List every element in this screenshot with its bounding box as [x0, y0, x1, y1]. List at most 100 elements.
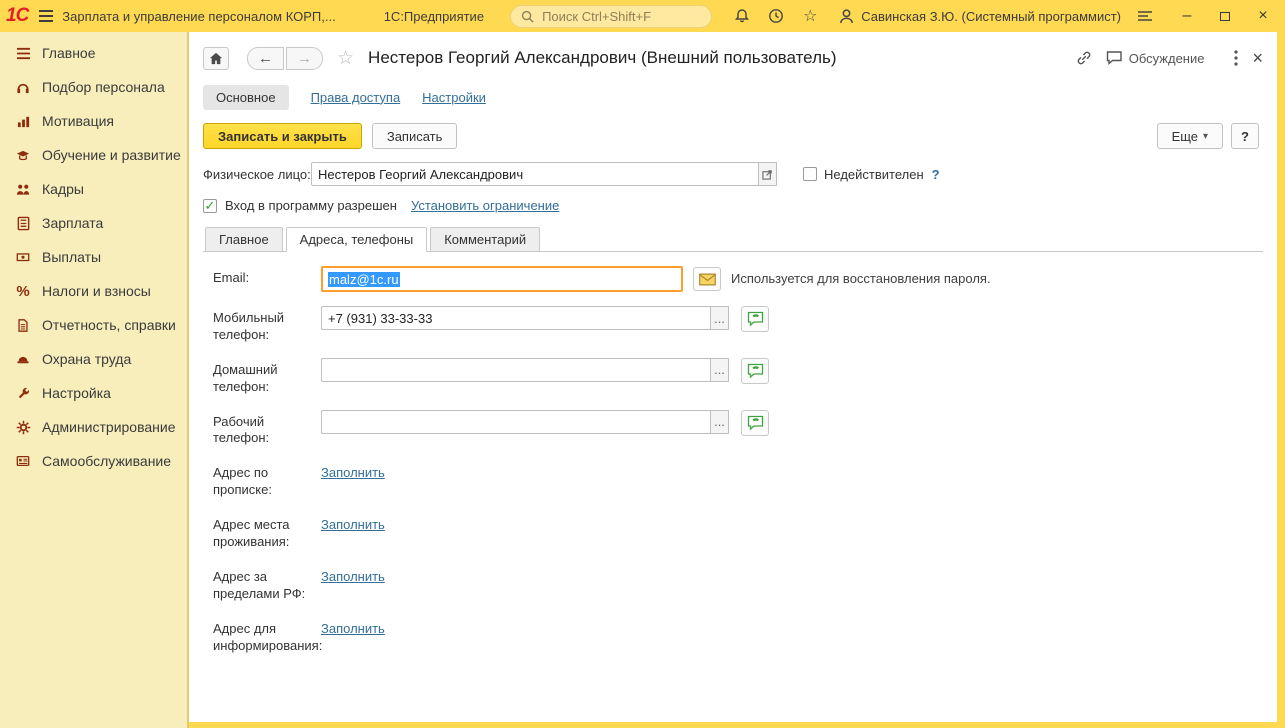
- residence-address-fill-link[interactable]: Заполнить: [321, 513, 385, 532]
- mobile-phone-row: Мобильный телефон: ...: [213, 306, 1263, 344]
- history-nav: ← →: [247, 46, 323, 70]
- sidebar-item-payments[interactable]: Выплаты: [0, 240, 187, 274]
- search-input[interactable]: [540, 7, 702, 25]
- topbar-icons: ☆: [732, 6, 820, 26]
- mobile-phone-ellipsis-button[interactable]: ...: [711, 306, 729, 330]
- work-phone-call-icon[interactable]: [741, 409, 769, 436]
- close-document-icon[interactable]: ×: [1252, 48, 1263, 69]
- close-window-button[interactable]: ×: [1255, 7, 1271, 24]
- global-search[interactable]: [510, 4, 713, 28]
- sections-sidebar: Главное Подбор персонала Мотивация Обуче…: [0, 32, 189, 728]
- work-phone-ellipsis-button[interactable]: ...: [711, 409, 729, 434]
- more-button[interactable]: Еще ▾: [1156, 123, 1224, 149]
- mobile-phone-call-icon[interactable]: [741, 306, 769, 332]
- wrench-icon: [14, 384, 32, 402]
- detail-tab-addresses[interactable]: Адреса, телефоны: [285, 227, 428, 252]
- home-phone-row: Домашний телефон: ...: [213, 357, 1263, 396]
- discussion-label: Обсуждение: [1128, 50, 1205, 66]
- registration-address-fill-link[interactable]: Заполнить: [321, 461, 385, 480]
- forward-button[interactable]: →: [286, 46, 323, 70]
- maximize-button[interactable]: [1217, 8, 1233, 24]
- tab-settings[interactable]: Настройки: [422, 90, 486, 105]
- sidebar-item-main[interactable]: Главное: [0, 36, 187, 70]
- current-user-button[interactable]: Савинская З.Ю. (Системный программист): [838, 8, 1121, 25]
- set-restriction-link[interactable]: Установить ограничение: [411, 198, 559, 213]
- check-icon: ✓: [204, 198, 216, 213]
- person-input[interactable]: [311, 162, 759, 186]
- sidebar-item-label: Налоги и взносы: [42, 283, 151, 299]
- save-and-close-button[interactable]: Записать и закрыть: [203, 123, 362, 149]
- sidebar-item-label: Главное: [42, 45, 96, 61]
- email-input[interactable]: malz@1c.ru: [321, 266, 683, 292]
- sidebar-item-labor-safety[interactable]: Охрана труда: [0, 342, 187, 376]
- home-phone-call-icon[interactable]: [741, 357, 769, 384]
- back-button[interactable]: ←: [247, 46, 284, 70]
- addresses-panel: Email: malz@1c.ru Используется для восст…: [203, 252, 1263, 654]
- registration-address-label: Адрес по прописке:: [213, 465, 272, 498]
- home-phone-ellipsis-button[interactable]: ...: [711, 357, 729, 382]
- menu-lines-icon: [14, 44, 32, 62]
- mobile-phone-input[interactable]: [321, 306, 711, 330]
- kebab-menu-icon[interactable]: [1234, 50, 1239, 66]
- open-person-button[interactable]: [759, 162, 777, 186]
- sidebar-item-administration[interactable]: Администрирование: [0, 410, 187, 444]
- sidebar-item-motivation[interactable]: Мотивация: [0, 104, 187, 138]
- document-title: Нестеров Георгий Александрович (Внешний …: [368, 48, 837, 67]
- sidebar-item-salary[interactable]: Зарплата: [0, 206, 187, 240]
- discussion-button[interactable]: Обсуждение: [1106, 50, 1205, 66]
- person-label: Физическое лицо:: [203, 166, 311, 182]
- residence-address-row: Адрес места проживания: Заполнить: [213, 513, 1263, 551]
- sidebar-item-recruiting[interactable]: Подбор персонала: [0, 70, 187, 104]
- logo-1c[interactable]: 1С: [6, 5, 29, 27]
- sidebar-item-taxes[interactable]: % Налоги и взносы: [0, 274, 187, 308]
- email-label: Email:: [213, 270, 250, 285]
- gear-icon: [14, 418, 32, 436]
- invalid-checkbox[interactable]: [803, 167, 817, 181]
- help-button[interactable]: ?: [1231, 123, 1259, 149]
- home-phone-input[interactable]: [321, 357, 711, 382]
- sidebar-item-label: Администрирование: [42, 419, 176, 435]
- add-favorite-star-icon[interactable]: ☆: [337, 47, 354, 70]
- abroad-address-row: Адрес за пределами РФ: Заполнить: [213, 565, 1263, 603]
- detail-tab-comment[interactable]: Комментарий: [430, 227, 541, 251]
- login-allowed-checkbox[interactable]: ✓: [203, 198, 217, 213]
- work-phone-row: Рабочий телефон: ...: [213, 409, 1263, 448]
- sidebar-item-hr[interactable]: Кадры: [0, 172, 187, 206]
- minimize-button[interactable]: –: [1179, 7, 1195, 24]
- get-link-icon[interactable]: [1076, 50, 1092, 66]
- people-icon: [14, 180, 32, 198]
- abroad-address-label: Адрес за пределами РФ:: [213, 568, 306, 601]
- sidebar-item-reports[interactable]: Отчетность, справки: [0, 308, 187, 342]
- work-phone-input[interactable]: [321, 409, 711, 434]
- invalid-label: Недействителен: [824, 166, 924, 182]
- notification-address-row: Адрес для информирования: Заполнить: [213, 617, 1263, 655]
- sidebar-item-education[interactable]: Обучение и развитие: [0, 138, 187, 172]
- invalid-help-icon[interactable]: ?: [932, 167, 940, 182]
- detail-tab-main[interactable]: Главное: [205, 227, 283, 251]
- history-clock-icon[interactable]: [766, 6, 786, 26]
- person-row: Физическое лицо: Недействителен ?: [203, 162, 1263, 186]
- document-area: ← → ☆ Нестеров Георгий Александрович (Вн…: [189, 32, 1277, 722]
- tab-access-rights[interactable]: Права доступа: [311, 90, 401, 105]
- sidebar-item-label: Зарплата: [42, 215, 104, 231]
- app-title: Зарплата и управление персоналом КОРП,..…: [62, 8, 336, 24]
- sidebar-item-setup[interactable]: Настройка: [0, 376, 187, 410]
- send-email-button[interactable]: [693, 267, 721, 291]
- command-bar: Записать и закрыть Записать Еще ▾ ?: [203, 122, 1263, 150]
- document-icon: [14, 316, 32, 334]
- app-body: Главное Подбор персонала Мотивация Обуче…: [0, 32, 1285, 728]
- mobile-phone-label: Мобильный телефон:: [213, 310, 285, 342]
- abroad-address-fill-link[interactable]: Заполнить: [321, 565, 385, 584]
- main-menu-icon[interactable]: [38, 4, 54, 28]
- notification-address-fill-link[interactable]: Заполнить: [321, 617, 385, 636]
- save-button[interactable]: Записать: [371, 123, 458, 149]
- banknote-icon: [14, 248, 32, 266]
- notifications-bell-icon[interactable]: [732, 6, 752, 26]
- service-options-icon[interactable]: [1137, 6, 1153, 26]
- tab-main[interactable]: Основное: [203, 84, 289, 110]
- favorites-star-icon[interactable]: ☆: [800, 6, 820, 26]
- sidebar-item-label: Обучение и развитие: [42, 147, 181, 163]
- home-button[interactable]: [203, 46, 229, 70]
- sidebar-item-label: Охрана труда: [42, 351, 132, 367]
- sidebar-item-self-service[interactable]: Самообслуживание: [0, 444, 187, 478]
